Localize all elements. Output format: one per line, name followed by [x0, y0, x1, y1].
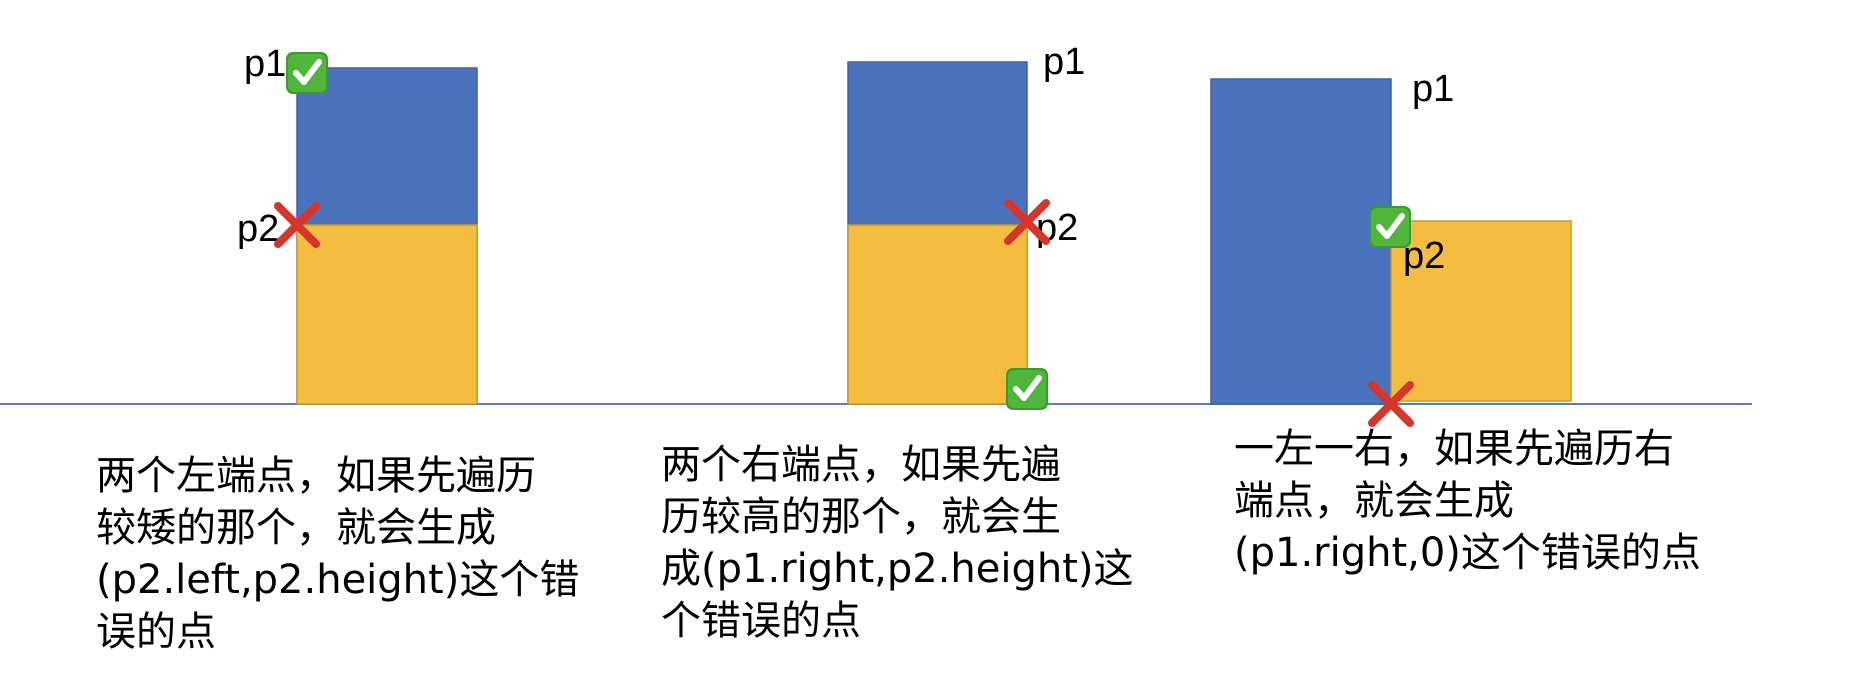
short-building-bar — [847, 224, 1028, 405]
p1-label: p1 — [1412, 68, 1454, 110]
p1-label: p1 — [1043, 41, 1085, 83]
panel-2: p1 p2 — [847, 41, 1085, 410]
caption-line: 一左一右，如果先遍历右 — [1234, 426, 1674, 472]
p2-label: p2 — [237, 208, 279, 250]
check-mark-icon — [1006, 368, 1048, 410]
caption-right-endpoints: 两个右端点，如果先遍 历较高的那个，就会生 成(p1.right,p2.heig… — [661, 439, 1134, 647]
tall-building-bar — [1210, 78, 1392, 405]
caption-line: 历较高的那个，就会生 — [661, 494, 1061, 540]
panel-3: p1 p2 — [1210, 68, 1572, 423]
caption-line: 端点，就会生成 — [1234, 478, 1514, 524]
caption-line: 较矮的那个，就会生成 — [96, 505, 496, 551]
p1-label: p1 — [244, 43, 286, 85]
caption-left-endpoints: 两个左端点，如果先遍历 较矮的那个，就会生成 (p2.left,p2.heigh… — [96, 450, 579, 658]
caption-line: (p2.left,p2.height)这个错 — [96, 557, 580, 603]
caption-line: 误的点 — [96, 609, 216, 655]
panel-1: p1 p2 — [237, 43, 478, 405]
caption-line: 两个右端点，如果先遍 — [661, 442, 1061, 488]
check-mark-icon — [286, 52, 328, 94]
caption-line: 个错误的点 — [661, 598, 861, 644]
caption-line: 成(p1.right,p2.height)这 — [661, 546, 1134, 592]
caption-left-right-endpoints: 一左一右，如果先遍历右 端点，就会生成 (p1.right,0)这个错误的点 — [1234, 423, 1701, 579]
check-mark-icon — [1369, 206, 1411, 248]
caption-line: (p1.right,0)这个错误的点 — [1234, 530, 1701, 576]
caption-line: 两个左端点，如果先遍历 — [96, 453, 536, 499]
short-building-bar — [296, 224, 478, 405]
